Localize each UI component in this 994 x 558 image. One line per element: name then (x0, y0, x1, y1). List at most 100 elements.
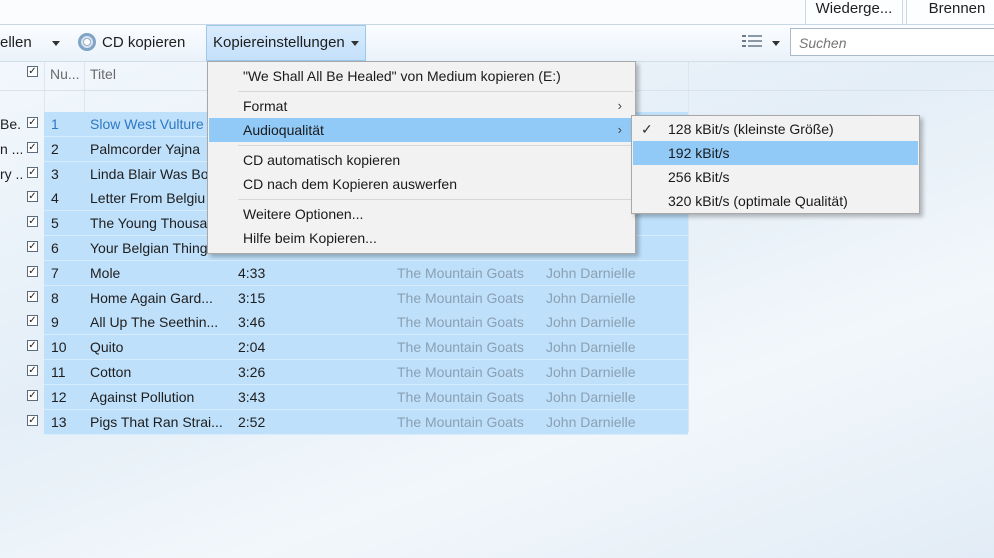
track-checkbox[interactable]: ✓ (27, 216, 38, 228)
track-checkbox[interactable]: ✓ (27, 141, 38, 153)
track-composer: John Darnielle (546, 264, 636, 281)
track-title[interactable]: Home Again Gard... (90, 286, 230, 310)
track-number: 8 (51, 289, 59, 306)
rip-settings-menu: "We Shall All Be Healed" von Medium kopi… (207, 61, 636, 254)
track-checkbox[interactable]: ✓ (27, 389, 38, 401)
table-row[interactable]: ✓ 8 Home Again Gard... 3:15 The Mountain Goa… (0, 285, 994, 311)
track-artist: The Mountain Goats (397, 264, 524, 281)
select-all-checkbox[interactable]: ✓ (27, 66, 38, 77)
track-composer: John Darnielle (546, 289, 636, 306)
menu-item-format[interactable]: Format › (209, 94, 634, 118)
quality-option-320[interactable]: 320 kBit/s (optimale Qualität) (633, 189, 918, 213)
track-composer: John Darnielle (546, 388, 636, 405)
create-playlist-button[interactable]: ellen (0, 25, 60, 61)
track-length: 2:04 (238, 339, 266, 356)
table-row[interactable]: ✓ 12 Against Pollution 3:43 The Mountain Goa… (0, 384, 994, 410)
track-artist: The Mountain Goats (397, 314, 524, 331)
track-title[interactable]: Mole (90, 261, 230, 285)
search-input[interactable] (797, 30, 991, 56)
menu-separator (238, 199, 633, 200)
quality-option-256[interactable]: 256 kBit/s (633, 165, 918, 189)
track-checkbox[interactable]: ✓ (27, 166, 38, 178)
left-pane-item[interactable]: n ... (0, 137, 22, 161)
track-title[interactable]: Against Pollution (90, 385, 230, 409)
quality-option-192[interactable]: 192 kBit/s (633, 141, 918, 165)
track-artist: The Mountain Goats (397, 289, 524, 306)
chevron-down-icon[interactable] (772, 41, 780, 46)
search-field[interactable] (790, 28, 994, 56)
left-pane-item[interactable]: ry ... (0, 162, 22, 186)
rip-settings-button[interactable]: Kopiereinstellungen (206, 25, 366, 61)
chevron-down-icon (350, 40, 359, 46)
top-bar: Wiederge... Brennen (0, 0, 994, 25)
menu-separator (238, 91, 633, 92)
column-header-title[interactable]: Titel (90, 62, 116, 90)
tab-playback[interactable]: Wiederge... (805, 0, 903, 24)
track-artist: The Mountain Goats (397, 413, 524, 430)
track-checkbox[interactable]: ✓ (27, 265, 38, 277)
track-length: 4:33 (238, 264, 266, 281)
menu-item-more-options[interactable]: Weitere Optionen... (209, 202, 634, 226)
track-length: 3:15 (238, 289, 266, 306)
track-checkbox[interactable]: ✓ (27, 241, 38, 252)
track-number: 7 (51, 264, 59, 281)
quality-option-128[interactable]: ✓ 128 kBit/s (kleinste Größe) (633, 117, 918, 141)
track-number: 9 (51, 314, 59, 331)
menu-item-auto-rip[interactable]: CD automatisch kopieren (209, 148, 634, 172)
track-number: 4 (51, 190, 59, 207)
track-checkbox[interactable]: ✓ (27, 315, 38, 327)
track-checkbox[interactable]: ✓ (27, 340, 38, 352)
track-number: 13 (51, 413, 67, 430)
menu-separator (238, 145, 633, 146)
left-pane-item[interactable]: Be... (0, 112, 22, 136)
track-length: 3:26 (238, 364, 266, 380)
track-length: 2:52 (238, 413, 266, 430)
track-number: 12 (51, 388, 67, 405)
track-checkbox[interactable]: ✓ (27, 191, 38, 203)
audio-quality-submenu: ✓ 128 kBit/s (kleinste Größe) 192 kBit/s … (631, 115, 920, 214)
menu-item-eject-after-rip[interactable]: CD nach dem Kopieren auswerfen (209, 172, 634, 196)
track-checkbox[interactable]: ✓ (27, 365, 38, 376)
column-header-number[interactable]: Nu... (50, 62, 80, 90)
table-row[interactable]: ✓ 7 Mole 4:33 The Mountain Goats John Darniel… (0, 260, 994, 286)
quality-option-128-label: 128 kBit/s (kleinste Größe) (668, 121, 834, 137)
rip-cd-button[interactable]: CD kopieren (78, 25, 185, 61)
track-artist: The Mountain Goats (397, 339, 524, 356)
track-number: 6 (51, 240, 59, 256)
track-artist: The Mountain Goats (397, 364, 524, 380)
track-number: 10 (51, 339, 67, 356)
track-composer: John Darnielle (546, 314, 636, 331)
track-title[interactable]: Cotton (90, 360, 230, 384)
chevron-right-icon: › (617, 122, 622, 137)
track-title[interactable]: Pigs That Ran Strai... (90, 410, 230, 434)
menu-item-rip-help[interactable]: Hilfe beim Kopieren... (209, 226, 634, 250)
view-options-icon[interactable] (742, 34, 762, 50)
track-length: 3:46 (238, 314, 266, 331)
table-row[interactable]: ✓ 13 Pigs That Ran Strai... 2:52 The Mountai… (0, 409, 994, 435)
track-number: 5 (51, 215, 59, 232)
table-row[interactable]: ✓ 9 All Up The Seethin... 3:46 The Mountain … (0, 310, 994, 336)
track-number: 1 (51, 116, 59, 132)
track-checkbox[interactable]: ✓ (27, 290, 38, 302)
table-row[interactable]: ✓ 11 Cotton 3:26 The Mountain Goats John Darn… (0, 360, 994, 385)
menu-item-rip-from-drive[interactable]: "We Shall All Be Healed" von Medium kopi… (209, 64, 634, 88)
track-number: 2 (51, 140, 59, 157)
track-composer: John Darnielle (546, 339, 636, 356)
menu-item-audio-quality[interactable]: Audioqualität › (209, 118, 634, 142)
table-row[interactable]: ✓ 10 Quito 2:04 The Mountain Goats John Darni… (0, 335, 994, 361)
track-checkbox[interactable]: ✓ (27, 414, 38, 426)
rip-cd-label: CD kopieren (102, 34, 186, 51)
track-title[interactable]: All Up The Seethin... (90, 310, 230, 334)
track-artist: The Mountain Goats (397, 388, 524, 405)
create-playlist-label: ellen (0, 34, 32, 51)
chevron-down-icon[interactable] (51, 40, 60, 46)
track-length: 3:43 (238, 388, 266, 405)
tab-burn[interactable]: Brennen (906, 0, 994, 24)
track-title[interactable]: Quito (90, 335, 230, 359)
track-composer: John Darnielle (546, 413, 636, 430)
menu-item-format-label: Format (243, 98, 288, 114)
track-checkbox[interactable]: ✓ (27, 117, 38, 128)
chevron-right-icon: › (617, 98, 622, 113)
cd-icon (78, 33, 96, 52)
rip-settings-label: Kopiereinstellungen (213, 34, 345, 51)
